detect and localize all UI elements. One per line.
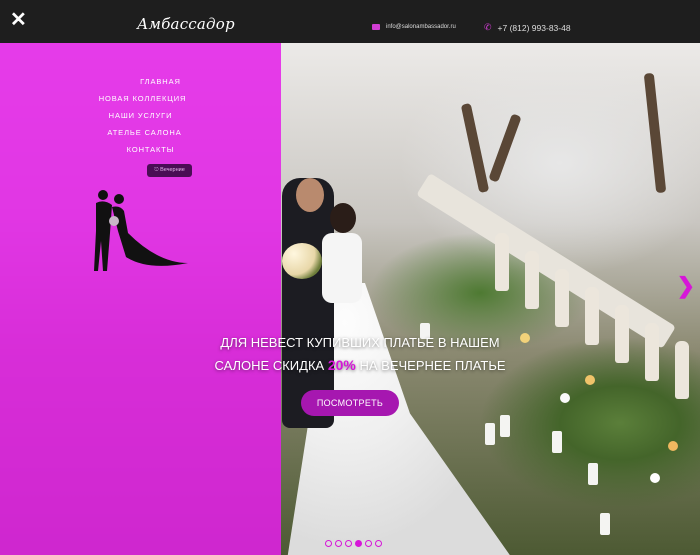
top-bar: ✕ Амбассадор info@salonambassador.ru ✆ +… — [0, 0, 700, 43]
tree-trunk — [488, 113, 522, 183]
menu-item-new-collection[interactable]: Новая коллекция — [0, 90, 281, 107]
baluster — [525, 251, 539, 309]
carousel-dot[interactable] — [325, 540, 332, 547]
menu-overlay: Главная Новая коллекция Наши услуги Ател… — [0, 43, 281, 555]
flower — [668, 441, 678, 451]
carousel-dot[interactable] — [345, 540, 352, 547]
headline-prefix: салоне скидка — [214, 358, 325, 373]
flower — [560, 393, 570, 403]
baluster — [675, 341, 689, 399]
close-icon[interactable]: ✕ — [10, 10, 28, 30]
candle — [552, 431, 562, 453]
discount-percent: 20% — [327, 357, 356, 373]
bride-bodice — [322, 233, 362, 303]
phone-icon: ✆ — [484, 22, 492, 32]
headline-line-1: Для невест купивших платье в нашем — [220, 335, 500, 350]
baluster — [555, 269, 569, 327]
headline-suffix: на вечернее платье — [359, 358, 506, 373]
evening-dresses-button[interactable]: ⎋ Вечерние — [147, 164, 192, 177]
baluster — [645, 323, 659, 381]
hero-headline: Для невест купивших платье в нашем салон… — [210, 331, 510, 377]
email-contact[interactable]: info@salonambassador.ru — [372, 24, 456, 30]
bride-head — [330, 203, 356, 233]
menu-item-atelier[interactable]: Ателье салона — [0, 124, 281, 141]
stair-railing — [416, 173, 676, 349]
groom-head — [296, 178, 324, 212]
email-text[interactable]: info@salonambassador.ru — [386, 24, 456, 30]
flower — [585, 375, 595, 385]
main-menu: Главная Новая коллекция Наши услуги Ател… — [0, 73, 281, 177]
candle — [600, 513, 610, 535]
baluster — [615, 305, 629, 363]
carousel-dot[interactable] — [365, 540, 372, 547]
menu-item-home[interactable]: Главная — [0, 73, 281, 90]
carousel-dots — [325, 540, 382, 547]
site-logo[interactable]: Амбассадор — [137, 15, 235, 33]
candle — [485, 423, 495, 445]
tree-trunk — [460, 102, 490, 194]
flower — [520, 333, 530, 343]
bouquet — [282, 243, 322, 279]
headline-line-2: салоне скидка 20% на вечернее платье — [210, 354, 510, 377]
menu-item-services[interactable]: Наши услуги — [0, 107, 281, 124]
candle — [500, 415, 510, 437]
tree-trunk — [643, 72, 667, 194]
hero-slider: Главная Новая коллекция Наши услуги Ател… — [0, 43, 700, 555]
phone-text[interactable]: +7 (812) 993-83-48 — [498, 23, 571, 33]
candle — [588, 463, 598, 485]
view-button[interactable]: ПОСМОТРЕТЬ — [301, 390, 399, 416]
envelope-icon — [372, 24, 380, 30]
carousel-dot[interactable] — [355, 540, 362, 547]
menu-item-contacts[interactable]: Контакты — [0, 141, 281, 158]
flower — [650, 473, 660, 483]
baluster — [585, 287, 599, 345]
carousel-dot[interactable] — [375, 540, 382, 547]
couple-silhouette-icon — [94, 190, 188, 271]
chevron-right-icon[interactable]: ❯ — [677, 273, 695, 299]
carousel-dot[interactable] — [335, 540, 342, 547]
phone-contact[interactable]: ✆ +7 (812) 993-83-48 — [484, 22, 571, 33]
baluster — [495, 233, 509, 291]
